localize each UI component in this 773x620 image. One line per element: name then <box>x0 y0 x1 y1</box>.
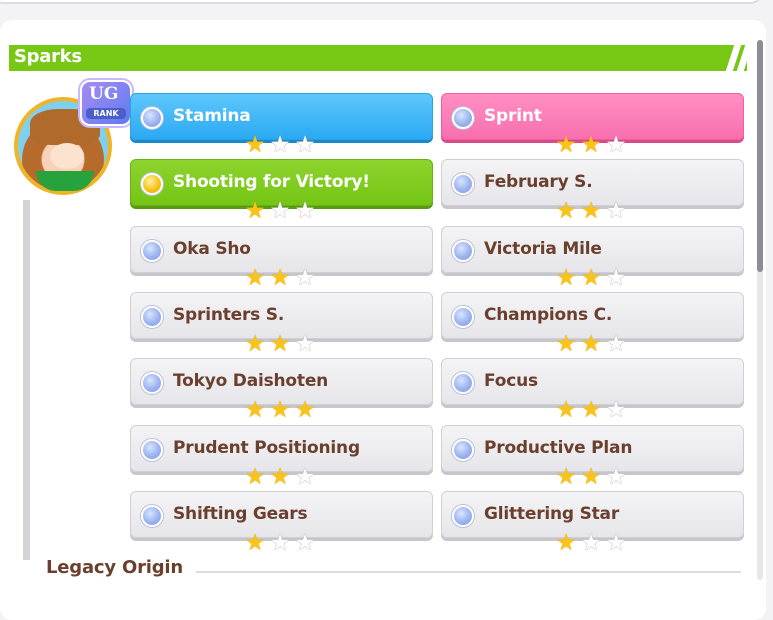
star-filled-icon: ★ <box>244 530 266 556</box>
star-filled-icon: ★ <box>580 397 602 423</box>
spark-label: Sprint <box>484 106 542 126</box>
spark-dot-icon <box>452 505 474 527</box>
spark-label: Focus <box>484 371 538 391</box>
star-filled-icon: ★ <box>244 397 266 423</box>
star-rating: ★ ★ ★ <box>243 398 317 422</box>
star-rating: ★ ★ ★ <box>243 199 317 223</box>
star-filled-icon: ★ <box>244 198 266 224</box>
star-filled-icon: ★ <box>555 132 577 158</box>
section-title: Sparks <box>14 46 82 67</box>
star-filled-icon: ★ <box>555 265 577 291</box>
top-panel-edge <box>0 0 764 4</box>
star-empty-icon: ★ <box>605 132 627 158</box>
star-empty-icon: ★ <box>605 530 627 556</box>
rank-badge-grade: UG <box>89 84 119 104</box>
avatar-outfit <box>36 171 94 191</box>
star-rating: ★ ★ ★ <box>554 531 628 555</box>
star-empty-icon: ★ <box>294 464 316 490</box>
star-empty-icon: ★ <box>294 265 316 291</box>
section-header <box>9 45 747 71</box>
star-empty-icon: ★ <box>294 331 316 357</box>
star-filled-icon: ★ <box>269 464 291 490</box>
star-filled-icon: ★ <box>244 132 266 158</box>
star-empty-icon: ★ <box>605 198 627 224</box>
spark-dot-icon <box>141 439 163 461</box>
star-filled-icon: ★ <box>555 198 577 224</box>
star-rating: ★ ★ ★ <box>243 332 317 356</box>
avatar-face <box>50 143 84 169</box>
star-empty-icon: ★ <box>605 331 627 357</box>
star-filled-icon: ★ <box>244 331 266 357</box>
star-rating: ★ ★ ★ <box>554 199 628 223</box>
spark-dot-icon <box>141 505 163 527</box>
star-filled-icon: ★ <box>580 132 602 158</box>
star-rating: ★ ★ ★ <box>554 465 628 489</box>
star-rating: ★ ★ ★ <box>554 266 628 290</box>
spark-dot-icon <box>141 372 163 394</box>
star-rating: ★ ★ ★ <box>243 531 317 555</box>
star-filled-icon: ★ <box>555 331 577 357</box>
star-filled-icon: ★ <box>555 530 577 556</box>
star-filled-icon: ★ <box>580 331 602 357</box>
divider <box>196 571 741 573</box>
star-empty-icon: ★ <box>580 530 602 556</box>
spark-dot-icon <box>141 173 163 195</box>
star-filled-icon: ★ <box>294 397 316 423</box>
star-empty-icon: ★ <box>294 198 316 224</box>
spark-label: Stamina <box>173 106 251 126</box>
spark-label: Oka Sho <box>173 239 251 259</box>
star-filled-icon: ★ <box>269 397 291 423</box>
star-empty-icon: ★ <box>269 530 291 556</box>
timeline-line <box>23 200 30 560</box>
legacy-origin-title: Legacy Origin <box>46 557 183 578</box>
star-empty-icon: ★ <box>294 530 316 556</box>
star-filled-icon: ★ <box>580 464 602 490</box>
star-rating: ★ ★ ★ <box>243 266 317 290</box>
spark-dot-icon <box>452 240 474 262</box>
star-rating: ★ ★ ★ <box>554 398 628 422</box>
star-filled-icon: ★ <box>580 198 602 224</box>
spark-dot-icon <box>452 439 474 461</box>
star-rating: ★ ★ ★ <box>554 332 628 356</box>
rank-badge-icon: UG RANK <box>80 80 132 126</box>
star-filled-icon: ★ <box>555 397 577 423</box>
star-empty-icon: ★ <box>269 132 291 158</box>
star-rating: ★ ★ ★ <box>243 465 317 489</box>
spark-dot-icon <box>452 372 474 394</box>
spark-dot-icon <box>452 107 474 129</box>
star-filled-icon: ★ <box>580 265 602 291</box>
star-rating: ★ ★ ★ <box>243 133 317 157</box>
star-empty-icon: ★ <box>605 464 627 490</box>
star-filled-icon: ★ <box>244 265 266 291</box>
star-filled-icon: ★ <box>244 464 266 490</box>
star-empty-icon: ★ <box>294 132 316 158</box>
spark-dot-icon <box>452 306 474 328</box>
spark-dot-icon <box>141 107 163 129</box>
scrollbar-thumb[interactable] <box>757 40 763 272</box>
spark-dot-icon <box>141 306 163 328</box>
star-empty-icon: ★ <box>605 265 627 291</box>
star-filled-icon: ★ <box>555 464 577 490</box>
star-filled-icon: ★ <box>269 265 291 291</box>
rank-badge-label: RANK <box>86 108 126 119</box>
spark-dot-icon <box>452 173 474 195</box>
star-rating: ★ ★ ★ <box>554 133 628 157</box>
star-empty-icon: ★ <box>269 198 291 224</box>
star-filled-icon: ★ <box>269 331 291 357</box>
spark-dot-icon <box>141 240 163 262</box>
star-empty-icon: ★ <box>605 397 627 423</box>
